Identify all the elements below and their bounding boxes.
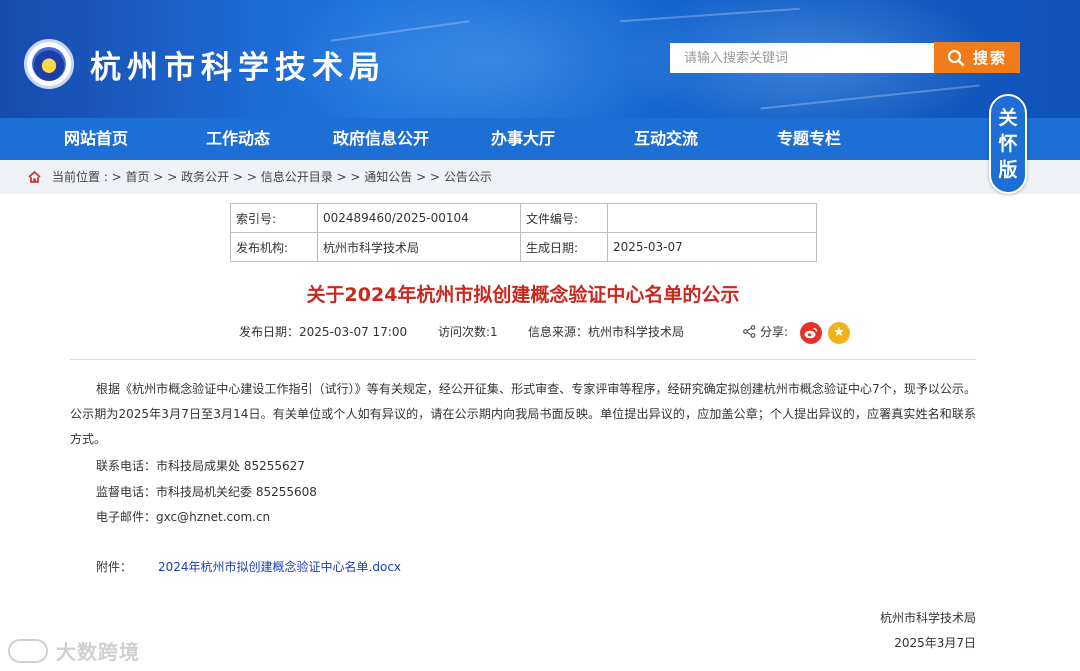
publisher-label: 发布机构:	[230, 232, 318, 262]
publisher-value: 杭州市科学技术局	[317, 232, 521, 262]
doc-no-label: 文件编号:	[520, 203, 608, 233]
signature-date: 2025年3月7日	[894, 636, 976, 650]
breadcrumb-separator: > >	[149, 170, 182, 184]
home-icon	[28, 171, 41, 183]
breadcrumb-item-home[interactable]: 首页	[126, 170, 150, 184]
visit-count: 访问次数:1	[438, 325, 498, 339]
attachment-label: 附件：	[96, 560, 133, 574]
contact-email: 电子邮件：gxc@hznet.com.cn	[96, 510, 271, 524]
breadcrumb-item-catalog[interactable]: 信息公开目录	[261, 170, 333, 184]
content-divider	[70, 359, 976, 360]
publish-date: 发布日期：2025-03-07 17:00	[239, 325, 408, 339]
care-mode-char: 版	[998, 159, 1018, 181]
search-icon	[947, 49, 965, 66]
index-label: 索引号:	[230, 203, 318, 233]
table-row: 索引号: 002489460/2025-00104 文件编号:	[230, 203, 817, 233]
nav-item-interaction[interactable]: 互动交流	[634, 118, 698, 160]
contact-phone: 联系电话：市科技局成果处 85255627	[96, 459, 305, 473]
breadcrumb-prefix: 当前位置 : >	[52, 170, 126, 184]
nav-item-service-hall[interactable]: 办事大厅	[491, 118, 555, 160]
favorite-share-icon[interactable]: ★	[828, 322, 850, 344]
header-banner: 杭州市科学技术局 搜索	[0, 0, 1080, 118]
share-icon	[743, 325, 756, 338]
breadcrumb-separator: > >	[332, 170, 365, 184]
generated-date-value: 2025-03-07	[607, 232, 817, 262]
info-source: 信息来源：杭州市科学技术局	[528, 325, 685, 339]
care-mode-button[interactable]: 关 怀 版	[989, 94, 1027, 194]
breadcrumb-item-affairs[interactable]: 政务公开	[181, 170, 229, 184]
supervise-phone: 监督电话：市科技局机关纪委 85255608	[96, 485, 317, 499]
doc-no-value	[607, 203, 817, 233]
signature-org: 杭州市科学技术局	[879, 611, 976, 625]
nav-item-special-topics[interactable]: 专题专栏	[777, 118, 841, 160]
watermark: 大数跨境	[8, 636, 140, 665]
care-mode-char: 怀	[998, 133, 1018, 155]
breadcrumb-separator: > >	[229, 170, 261, 184]
site-title: 杭州市科学技术局	[90, 50, 386, 86]
index-value: 002489460/2025-00104	[317, 203, 521, 233]
watermark-logo-icon	[8, 638, 48, 663]
search-input[interactable]	[670, 43, 934, 73]
breadcrumb-trail: 当前位置 : > 首页 > > 政务公开 > > 信息公开目录 > > 通知公告…	[52, 160, 492, 194]
breadcrumb-item-notices[interactable]: 通知公告	[364, 170, 412, 184]
share-area: 分享:	[743, 323, 788, 340]
site-logo-icon[interactable]	[24, 39, 74, 89]
nav-item-home[interactable]: 网站首页	[64, 118, 128, 160]
generated-date-label: 生成日期:	[520, 232, 608, 262]
article-body: 根据《杭州市概念验证中心建设工作指引（试行）》等有关规定，经公开征集、形式审查、…	[70, 382, 976, 446]
breadcrumb: 当前位置 : > 首页 > > 政务公开 > > 信息公开目录 > > 通知公告…	[0, 160, 1080, 194]
article-title: 关于2024年杭州市拟创建概念验证中心名单的公示	[306, 284, 740, 306]
watermark-text: 大数跨境	[56, 640, 140, 664]
share-label: 分享:	[760, 325, 789, 339]
document-meta-table: 索引号: 002489460/2025-00104 文件编号: 发布机构: 杭州…	[230, 203, 817, 262]
nav-item-work-news[interactable]: 工作动态	[206, 118, 270, 160]
weibo-share-icon[interactable]	[800, 322, 822, 344]
weibo-icon	[804, 327, 818, 339]
attachment-link[interactable]: 2024年杭州市拟创建概念验证中心名单.docx	[158, 558, 401, 575]
nav-item-info-disclosure[interactable]: 政府信息公开	[333, 118, 429, 160]
search-button-label: 搜索	[972, 49, 1007, 67]
care-mode-char: 关	[998, 107, 1018, 129]
main-nav: 网站首页 工作动态 政府信息公开 办事大厅 互动交流 专题专栏	[0, 118, 1080, 160]
breadcrumb-separator: > >	[412, 170, 444, 184]
breadcrumb-item-announcements[interactable]: 公告公示	[444, 170, 492, 184]
search-button[interactable]: 搜索	[934, 42, 1020, 73]
table-row: 发布机构: 杭州市科学技术局 生成日期: 2025-03-07	[230, 232, 817, 262]
logo-emblem-icon	[32, 47, 66, 81]
